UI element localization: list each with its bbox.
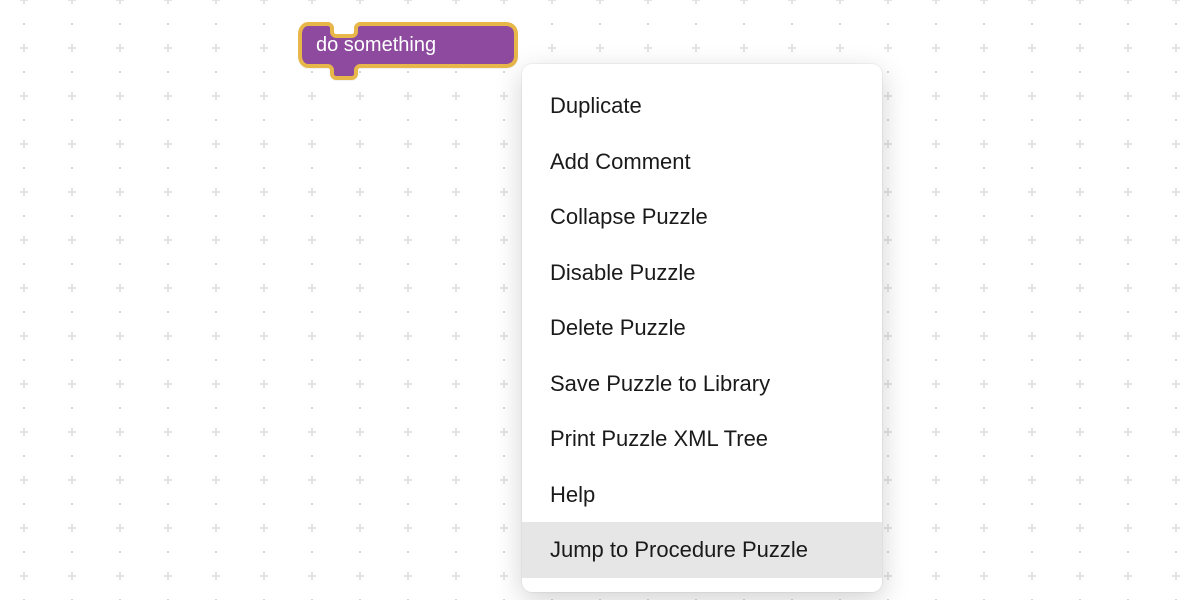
workspace-canvas[interactable]: do something DuplicateAdd CommentCollaps… [0, 0, 1200, 600]
procedure-call-block[interactable]: do something [298, 22, 520, 84]
menu-item-disable-puzzle[interactable]: Disable Puzzle [522, 245, 882, 301]
menu-item-collapse-puzzle[interactable]: Collapse Puzzle [522, 189, 882, 245]
menu-item-duplicate[interactable]: Duplicate [522, 78, 882, 134]
menu-item-add-comment[interactable]: Add Comment [522, 134, 882, 190]
menu-item-help[interactable]: Help [522, 467, 882, 523]
context-menu: DuplicateAdd CommentCollapse PuzzleDisab… [522, 64, 882, 592]
menu-item-jump-to-procedure-puzzle[interactable]: Jump to Procedure Puzzle [522, 522, 882, 578]
menu-item-save-puzzle-to-library[interactable]: Save Puzzle to Library [522, 356, 882, 412]
block-shape [300, 24, 516, 78]
menu-item-delete-puzzle[interactable]: Delete Puzzle [522, 300, 882, 356]
menu-item-print-puzzle-xml-tree[interactable]: Print Puzzle XML Tree [522, 411, 882, 467]
